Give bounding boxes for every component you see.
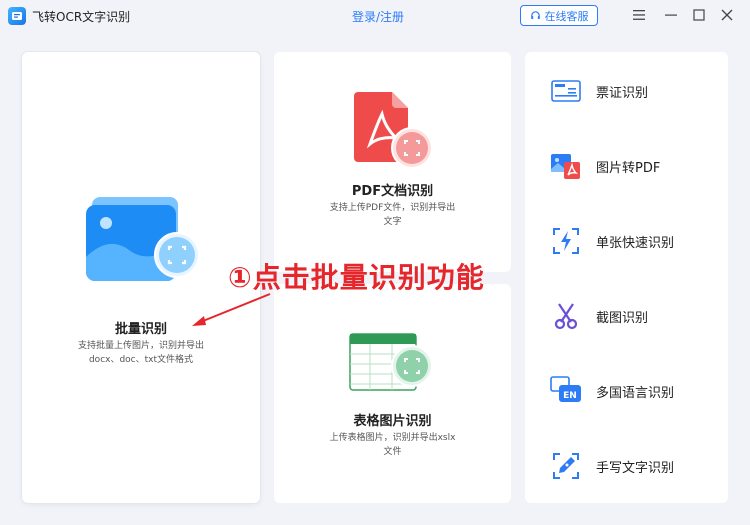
app-logo-icon [8,7,26,25]
online-service-button[interactable]: 在线客服 [520,5,598,26]
pdf-desc-line-1: 支持上传PDF文件，识别并导出 [329,203,456,213]
sidebar-item-image-to-pdf[interactable]: 图片转PDF [525,146,728,186]
sidebar-item-quick-single-recognition[interactable]: 单张快速识别 [525,221,728,261]
table-card-title: 表格图片识别 [353,414,432,429]
batch-card-description: 支持批量上传图片，识别并导出 docx、doc、txt文件格式 [22,339,260,367]
sidebar-item-label: 图片转PDF [596,160,661,176]
table-desc-line-1: 上传表格图片，识别并导出xslx [329,433,456,443]
close-icon[interactable] [718,6,736,24]
annotation-arrow-icon [192,293,271,326]
sidebar-item-ticket-recognition[interactable]: 票证识别 [525,71,728,111]
lightning-scan-icon [550,225,582,257]
id-card-icon [550,75,582,107]
language-en-icon: EN [550,375,582,407]
menu-icon[interactable] [630,6,648,24]
app-title: 飞转OCR文字识别 [32,10,131,24]
sidebar-item-multilingual-recognition[interactable]: EN 多国语言识别 [525,371,728,411]
table-desc-line-2: 文件 [383,447,402,457]
table-card-description: 上传表格图片，识别并导出xslx 文件 [274,431,511,459]
svg-text:EN: EN [563,391,577,401]
pdf-card-title: PDF文档识别 [351,184,434,199]
batch-recognition-card[interactable]: 批量识别 支持批量上传图片，识别并导出 docx、doc、txt文件格式 [22,52,260,503]
pdf-card-description: 支持上传PDF文件，识别并导出 文字 [274,201,511,229]
batch-desc-line-2: docx、doc、txt文件格式 [88,355,194,365]
login-register-link[interactable]: 登录/注册 [352,8,404,25]
minimize-icon[interactable] [662,6,680,24]
table-recognition-card[interactable]: 表格图片识别 上传表格图片，识别并导出xslx 文件 [274,284,511,503]
handwriting-pen-icon [550,450,582,482]
scissors-icon [550,300,582,332]
sidebar-item-label: 票证识别 [596,85,649,101]
headset-icon [530,11,540,20]
sidebar-item-label: 截图识别 [596,310,649,326]
sidebar-item-label: 多国语言识别 [596,385,675,401]
maximize-icon[interactable] [690,6,708,24]
pdf-desc-line-2: 文字 [383,217,402,227]
batch-images-icon [84,195,200,285]
pdf-file-icon [352,92,436,172]
image-to-pdf-icon [550,150,582,182]
pdf-recognition-card[interactable]: PDF文档识别 支持上传PDF文件，识别并导出 文字 [274,52,511,272]
sidebar-item-label: 单张快速识别 [596,235,675,251]
online-service-label: 在线客服 [544,9,589,23]
batch-desc-line-1: 支持批量上传图片，识别并导出 [77,341,204,351]
table-spreadsheet-icon [348,332,448,394]
sidebar-item-label: 手写文字识别 [596,460,675,476]
sidebar-item-handwriting-recognition[interactable]: 手写文字识别 [525,446,728,486]
sidebar-item-screenshot-recognition[interactable]: 截图识别 [525,296,728,336]
feature-sidebar: 票证识别 图片转PDF 单张快速识别 截图识别 EN 多国语言识别 手写文字识别 [525,52,728,503]
title-bar: 飞转OCR文字识别 登录/注册 在线客服 [0,0,750,32]
